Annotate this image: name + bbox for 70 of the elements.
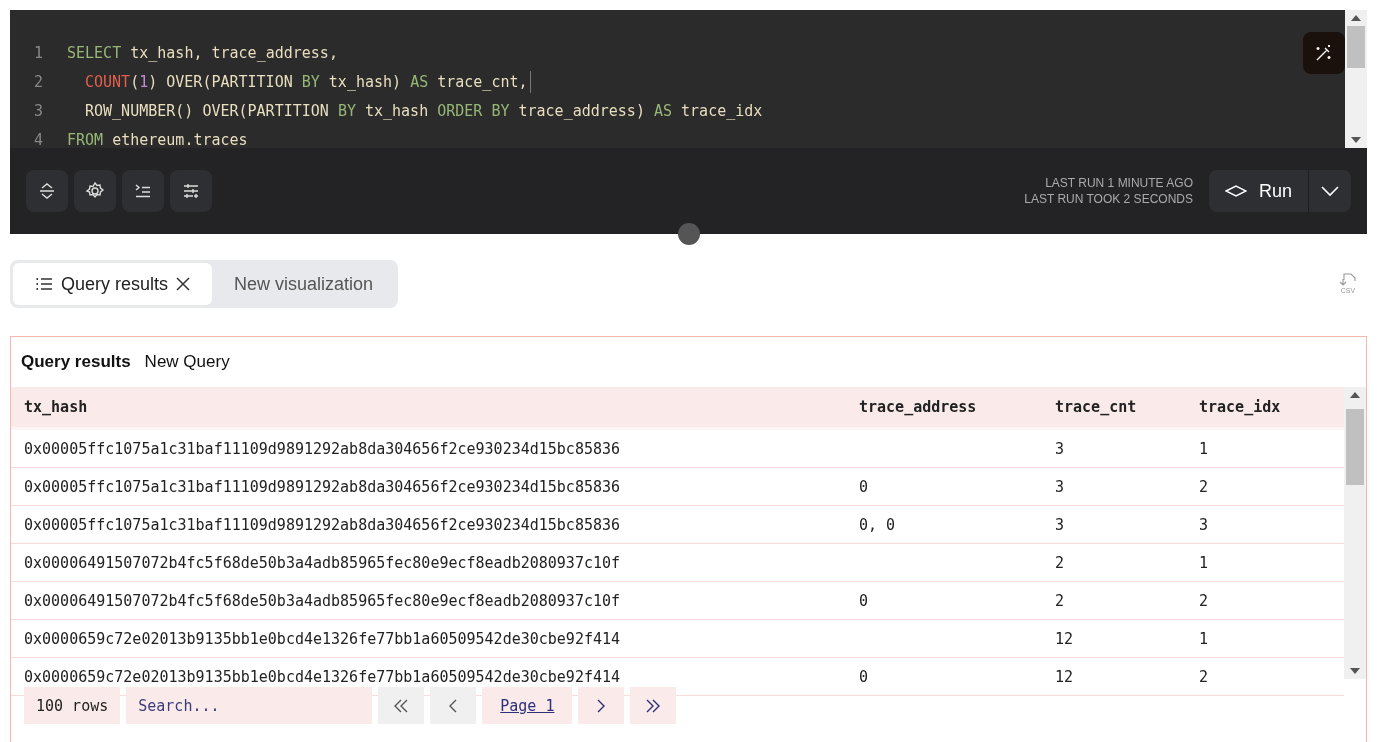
code-line: COUNT(1) OVER(PARTITION BY tx_hash) AS trace_cnt, (84, 72, 528, 91)
resize-handle[interactable] (678, 223, 700, 245)
scroll-down-icon[interactable] (1350, 668, 1360, 674)
scrollbar[interactable] (1345, 10, 1367, 148)
table-cell-text: 0 (859, 591, 870, 610)
magic-wand-icon (1314, 43, 1334, 63)
table-cell-text: 2 (1055, 591, 1066, 610)
scrollbar[interactable] (1344, 387, 1366, 679)
table-cell-text: 0x00005ffc1075a1c31baf11109d9891292ab8da304656f2ce930234d15bc85836 (23, 477, 622, 496)
last-page-button[interactable] (630, 687, 677, 724)
table-cell-text: 0x00005ffc1075a1c31baf11109d9891292ab8da304656f2ce930234d15bc85836 (23, 515, 622, 534)
table-cell-text: 1 (1199, 629, 1210, 648)
chevron-down-icon (1320, 185, 1340, 197)
column-header[interactable]: trace_cnt (1055, 398, 1199, 416)
search-field[interactable]: Search... (126, 687, 373, 724)
scrollbar-thumb[interactable] (1346, 409, 1364, 485)
table-cell-text: 0x0000659c72e02013b9135bb1e0bcd4e1326fe77bb1a60509542de30cbe92f414 (23, 667, 622, 686)
sliders-button[interactable] (170, 170, 212, 212)
line-number: 4 (33, 130, 45, 149)
table-cell-text: 0x00005ffc1075a1c31baf11109d9891292ab8da304656f2ce930234d15bc85836 (23, 439, 622, 458)
table-cell-text: 12 (1055, 667, 1075, 686)
column-header[interactable]: trace_idx (1199, 398, 1319, 416)
scrollbar-thumb[interactable] (1347, 26, 1365, 68)
table-cell-text: 1 (1199, 439, 1210, 458)
table-cell-text: 3 (1055, 515, 1066, 534)
line-number: 3 (33, 101, 45, 120)
sliders-icon (181, 181, 201, 201)
table-cell-text: 0 (859, 477, 870, 496)
query-name: New Query (144, 352, 230, 372)
settings-button[interactable] (74, 170, 116, 212)
results-title: Query results (21, 352, 131, 372)
expand-collapse-icon (37, 181, 57, 201)
line-number: 1 (33, 43, 45, 62)
row-count: 100 rows (24, 687, 121, 724)
column-header[interactable]: trace_address (859, 398, 1055, 416)
table-cell-text: 0 (859, 667, 870, 686)
list-icon (35, 277, 53, 291)
magic-wand-button[interactable] (1303, 32, 1345, 74)
scroll-up-icon[interactable] (1351, 15, 1361, 21)
results-tab[interactable]: New visualization (212, 263, 396, 305)
close-icon[interactable] (176, 277, 191, 291)
page-link[interactable]: Page 1 (482, 687, 573, 724)
table-cell-text: 2 (1055, 553, 1066, 572)
file-download-icon (1339, 273, 1357, 287)
table-cell-text: 0x00006491507072b4fc5f68de50b3a4adb85965fec80e9ecf8eadb2080937c10f (23, 553, 622, 572)
diamond-icon (1224, 184, 1247, 198)
table-cell-text: 0x00006491507072b4fc5f68de50b3a4adb85965fec80e9ecf8eadb2080937c10f (23, 591, 622, 610)
column-header[interactable]: tx_hash (11, 398, 859, 416)
table-cell-text: 0x0000659c72e02013b9135bb1e0bcd4e1326fe77bb1a60509542de30cbe92f414 (23, 629, 622, 648)
scroll-up-icon[interactable] (1350, 392, 1360, 398)
code-line: SELECT tx_hash, trace_address, (67, 43, 338, 62)
results-tab[interactable]: Query results (13, 263, 213, 305)
table-cell-text: 3 (1055, 439, 1066, 458)
table-cell-text: 1 (1199, 553, 1210, 572)
last-run-text: LAST RUN 1 MINUTE AGO (1045, 175, 1193, 191)
line-number: 2 (33, 72, 45, 91)
code-line: ROW_NUMBER() OVER(PARTITION BY tx_hash ORDER BY trace_address) AS trace_idx (84, 101, 763, 120)
run-duration-text: LAST RUN TOOK 2 SECONDS (1024, 191, 1193, 207)
table-cell-text: 2 (1199, 591, 1210, 610)
table-cell-text: 12 (1055, 629, 1075, 648)
table-cell-text: 2 (1199, 477, 1210, 496)
table-cell-text: 3 (1055, 477, 1066, 496)
expand-button[interactable] (26, 170, 68, 212)
table-cell-text: 0, 0 (859, 515, 897, 534)
indent-button[interactable] (122, 170, 164, 212)
table-cell-text: 3 (1199, 515, 1210, 534)
text-cursor (529, 70, 531, 93)
table-cell-text: 2 (1199, 667, 1210, 686)
scroll-down-icon[interactable] (1351, 137, 1361, 143)
code-line: FROM ethereum.traces (67, 130, 248, 149)
